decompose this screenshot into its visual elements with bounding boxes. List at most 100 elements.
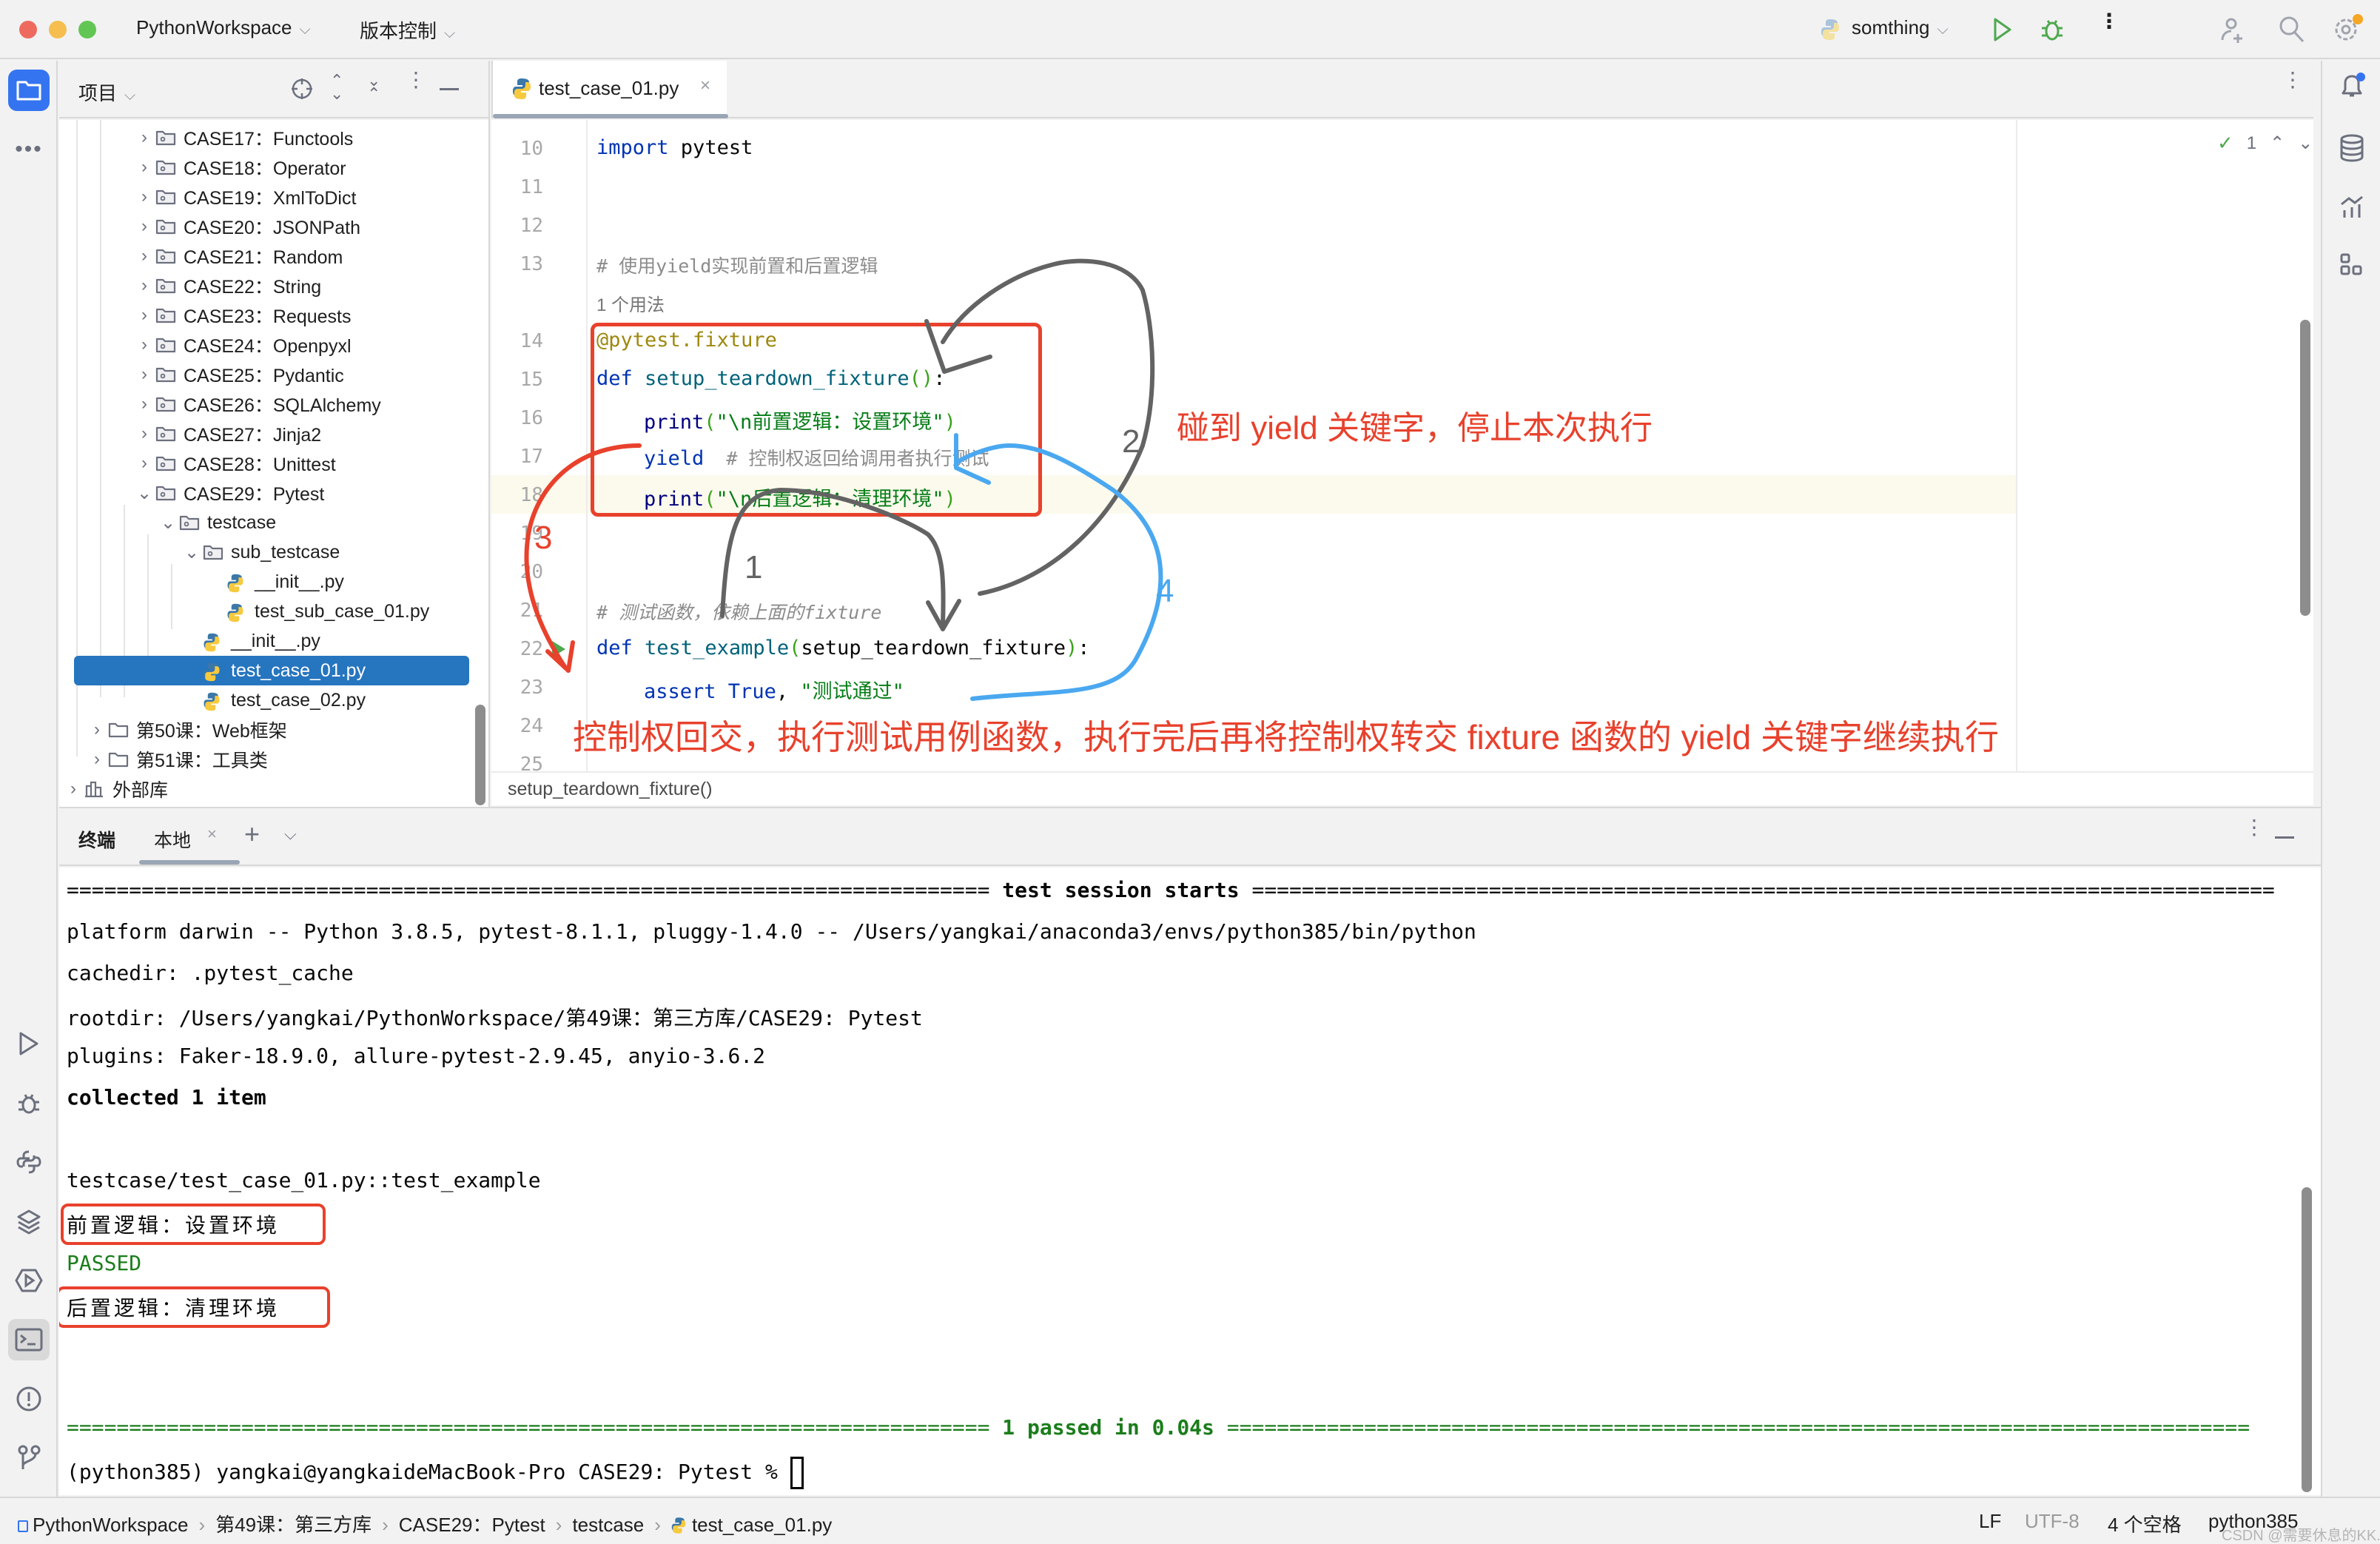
- tree-item[interactable]: › CASE28：Unittest: [59, 449, 474, 478]
- tree-item[interactable]: › CASE23：Requests: [59, 301, 474, 330]
- chevron-right-icon[interactable]: ›: [133, 335, 155, 355]
- terminal-tab-local[interactable]: 本地 ×: [139, 808, 243, 866]
- tree-item[interactable]: test_sub_case_01.py: [59, 597, 474, 626]
- database-button[interactable]: [2339, 133, 2365, 167]
- next-highlight-icon[interactable]: ⌄: [2298, 132, 2313, 154]
- add-user-button[interactable]: [2220, 15, 2245, 48]
- chevron-right-icon[interactable]: ›: [133, 394, 155, 414]
- tree-item[interactable]: › CASE27：Jinja2: [59, 419, 474, 449]
- tree-item[interactable]: __init__.py: [59, 567, 474, 597]
- chevron-down-icon[interactable]: ⌄: [181, 542, 203, 563]
- code-editor[interactable]: 10 11 12 13 14 15 16 17 18 19 20 21 22 2…: [491, 120, 2313, 771]
- line-ending-indicator[interactable]: LF: [1979, 1510, 2001, 1533]
- chevron-right-icon[interactable]: ›: [133, 246, 155, 266]
- git-tool-button[interactable]: [8, 1437, 50, 1479]
- tree-item[interactable]: › CASE17：Functools: [59, 123, 474, 152]
- run-tool-button[interactable]: [8, 1023, 50, 1064]
- tree-item[interactable]: › CASE24：Openpyxl: [59, 330, 474, 360]
- debug-tool-button[interactable]: [8, 1082, 50, 1124]
- new-terminal-button[interactable]: +: [244, 819, 260, 850]
- more-actions-button[interactable]: ⋮: [2099, 11, 2120, 32]
- run-config-selector[interactable]: somthing ⌵: [1852, 16, 1949, 39]
- tree-item[interactable]: › CASE26：SQLAlchemy: [59, 389, 474, 419]
- expand-all-button[interactable]: ⌃ ⌄: [330, 73, 343, 102]
- notifications-button[interactable]: [2337, 71, 2367, 104]
- chevron-right-icon[interactable]: ›: [133, 423, 155, 444]
- editor-tab-active[interactable]: test_case_01.py ×: [491, 61, 728, 118]
- tree-item[interactable]: › CASE19：XmlToDict: [59, 182, 474, 212]
- terminal-scrollbar[interactable]: [2302, 1187, 2312, 1492]
- chevron-right-icon[interactable]: ›: [86, 749, 108, 770]
- structure-button[interactable]: [2339, 252, 2365, 282]
- project-view-selector[interactable]: 项目 ⌵: [78, 78, 135, 106]
- project-switcher[interactable]: PythonWorkspace ⌵: [136, 16, 311, 39]
- problems-tool-button[interactable]: [8, 1378, 50, 1420]
- chevron-right-icon[interactable]: ›: [133, 453, 155, 474]
- terminal-dropdown-button[interactable]: ⌵: [284, 825, 297, 844]
- tree-item[interactable]: test_case_02.py: [59, 685, 474, 715]
- previous-highlight-icon[interactable]: ⌃: [2270, 132, 2285, 154]
- tree-item[interactable]: › CASE21：Random: [59, 241, 474, 271]
- window-close-button[interactable]: [19, 21, 37, 38]
- editor-breadcrumb[interactable]: setup_teardown_fixture(): [508, 779, 713, 800]
- services-tool-button[interactable]: [8, 1260, 50, 1301]
- breadcrumb-item[interactable]: 第49课：第三方库: [215, 1514, 372, 1536]
- editor-scrollbar[interactable]: [2300, 320, 2310, 616]
- close-tab-icon[interactable]: ×: [700, 75, 710, 96]
- terminal-line-prompt[interactable]: (python385) yangkai@yangkaideMacBook-Pro…: [67, 1457, 804, 1489]
- tree-item[interactable]: › CASE22：String: [59, 271, 474, 301]
- tree-item[interactable]: › 外部库: [59, 774, 474, 804]
- indent-indicator[interactable]: 4 个空格: [2108, 1510, 2182, 1537]
- breadcrumb-item[interactable]: CASE29：Pytest: [399, 1514, 545, 1536]
- locate-file-button[interactable]: [290, 77, 314, 104]
- inspection-widget[interactable]: ✓ 1 ⌃ ⌄: [2217, 132, 2313, 155]
- tree-item[interactable]: ⌄ testcase: [59, 508, 474, 537]
- terminal-tool-button[interactable]: [8, 1319, 50, 1360]
- more-tools-button[interactable]: •••: [8, 129, 50, 170]
- chevron-down-icon[interactable]: ⌄: [157, 512, 179, 534]
- chevron-right-icon[interactable]: ›: [133, 305, 155, 326]
- tree-item[interactable]: › CASE25：Pydantic: [59, 360, 474, 389]
- chevron-right-icon[interactable]: ›: [133, 157, 155, 178]
- panel-options-button[interactable]: ⋮: [406, 70, 426, 90]
- python-console-button[interactable]: [8, 1141, 50, 1183]
- tree-item[interactable]: test_case_01.py: [74, 656, 469, 685]
- breadcrumb-item[interactable]: PythonWorkspace: [33, 1514, 189, 1536]
- encoding-indicator[interactable]: UTF-8: [2025, 1510, 2080, 1533]
- debug-button[interactable]: [2040, 15, 2065, 47]
- terminal-options-button[interactable]: ⋮: [2244, 817, 2265, 838]
- editor-tabs-options-button[interactable]: ⋮: [2282, 70, 2303, 90]
- vcs-menu[interactable]: 版本控制 ⌵: [360, 16, 455, 44]
- search-button[interactable]: [2278, 15, 2306, 48]
- project-tool-button[interactable]: [8, 70, 50, 111]
- chevron-right-icon[interactable]: ›: [133, 187, 155, 207]
- breadcrumb-item[interactable]: testcase: [572, 1514, 644, 1536]
- tree-item[interactable]: › CASE18：Operator: [59, 152, 474, 182]
- tree-scrollbar[interactable]: [475, 705, 485, 805]
- settings-button[interactable]: [2333, 13, 2365, 48]
- chevron-right-icon[interactable]: ›: [62, 779, 84, 799]
- chevron-right-icon[interactable]: ›: [86, 719, 108, 740]
- tree-item[interactable]: › CASE20：JSONPath: [59, 212, 474, 241]
- tree-item[interactable]: ⌄ sub_testcase: [59, 537, 474, 567]
- tree-item[interactable]: __init__.py: [59, 626, 474, 656]
- chevron-right-icon[interactable]: ›: [133, 216, 155, 237]
- layers-tool-button[interactable]: [8, 1201, 50, 1242]
- window-minimize-button[interactable]: [49, 21, 67, 38]
- chevron-right-icon[interactable]: ›: [133, 275, 155, 296]
- chevron-right-icon[interactable]: ›: [133, 127, 155, 148]
- hide-panel-button[interactable]: [440, 88, 459, 90]
- terminal-output[interactable]: ========================================…: [59, 867, 2321, 1495]
- run-button[interactable]: [1992, 16, 2013, 47]
- collapse-all-button[interactable]: ⌄ ⌃: [367, 73, 380, 102]
- tree-item[interactable]: › 第50课：Web框架: [59, 715, 474, 745]
- close-tab-icon[interactable]: ×: [207, 825, 217, 844]
- breadcrumb-item[interactable]: test_case_01.py: [692, 1514, 832, 1536]
- profiler-button[interactable]: [2339, 194, 2365, 224]
- window-maximize-button[interactable]: [78, 21, 96, 38]
- chevron-right-icon[interactable]: ›: [133, 364, 155, 385]
- tree-item[interactable]: › 第51课：工具类: [59, 745, 474, 774]
- hide-terminal-button[interactable]: [2275, 836, 2294, 839]
- chevron-down-icon[interactable]: ⌄: [133, 483, 155, 504]
- tree-item[interactable]: ⌄ CASE29：Pytest: [59, 478, 474, 508]
